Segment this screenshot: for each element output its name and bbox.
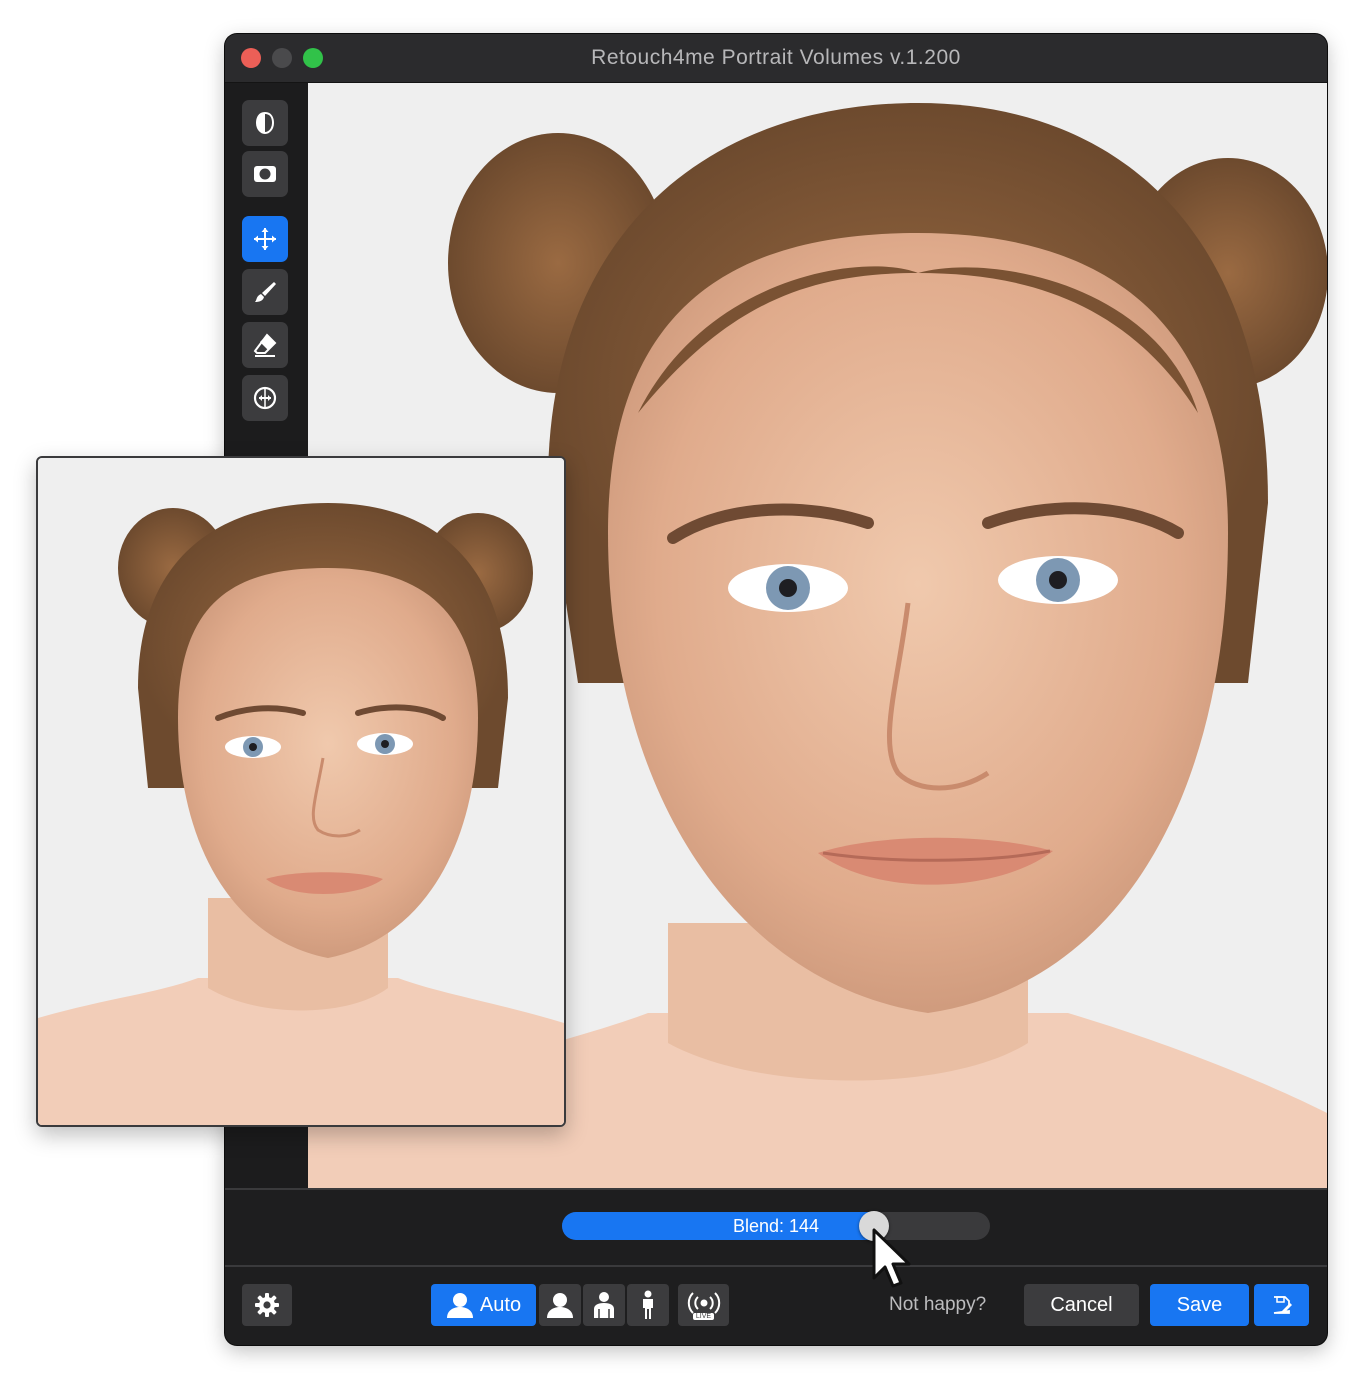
mode-head-button[interactable] <box>539 1284 581 1326</box>
save-button[interactable]: Save <box>1150 1284 1249 1326</box>
blend-slider[interactable]: Blend: 144 <box>562 1212 990 1240</box>
mode-auto-label: Auto <box>479 1293 522 1316</box>
mouse-cursor-icon <box>872 1228 911 1288</box>
not-happy-link[interactable]: Not happy? <box>889 1294 986 1316</box>
mode-live-button[interactable]: LIVE <box>678 1284 729 1326</box>
mode-half-body-button[interactable] <box>583 1284 625 1326</box>
brush-icon <box>255 282 276 302</box>
live-icon <box>687 1291 720 1314</box>
portrait-head-icon <box>547 1293 573 1318</box>
blend-slider-label: Blend: 144 <box>732 1216 820 1236</box>
canvas-divider <box>225 1188 1327 1190</box>
settings-button[interactable] <box>242 1284 292 1326</box>
compare-tool-button[interactable] <box>242 375 288 421</box>
brush-tool-button[interactable] <box>242 269 288 315</box>
cancel-button[interactable]: Cancel <box>1024 1284 1139 1326</box>
before-preview-panel <box>36 456 566 1127</box>
person-icon <box>446 1293 473 1318</box>
face-mask-icon <box>255 111 275 135</box>
title-bar: Retouch4me Portrait Volumes v.1.200 <box>225 34 1327 83</box>
window-title: Retouch4me Portrait Volumes v.1.200 <box>591 46 961 69</box>
mask-tool-button[interactable] <box>242 151 288 197</box>
portrait-photo-preview <box>38 458 564 1125</box>
compare-icon <box>253 386 277 410</box>
eraser-tool-button[interactable] <box>242 322 288 368</box>
live-badge: LIVE <box>692 1312 715 1320</box>
gear-icon <box>255 1293 279 1317</box>
mode-full-body-button[interactable] <box>627 1284 669 1326</box>
portrait-full-icon <box>643 1290 653 1319</box>
portrait-half-icon <box>594 1292 614 1318</box>
mask-icon <box>254 166 276 182</box>
eraser-icon <box>253 333 277 357</box>
bottom-divider <box>225 1265 1327 1267</box>
move-tool-button[interactable] <box>242 216 288 262</box>
mode-auto-button[interactable]: Auto <box>431 1284 536 1326</box>
move-icon <box>254 228 276 250</box>
save-options-button[interactable] <box>1254 1284 1309 1326</box>
save-edit-icon <box>1273 1296 1292 1314</box>
face-mask-tool-button[interactable] <box>242 100 288 146</box>
